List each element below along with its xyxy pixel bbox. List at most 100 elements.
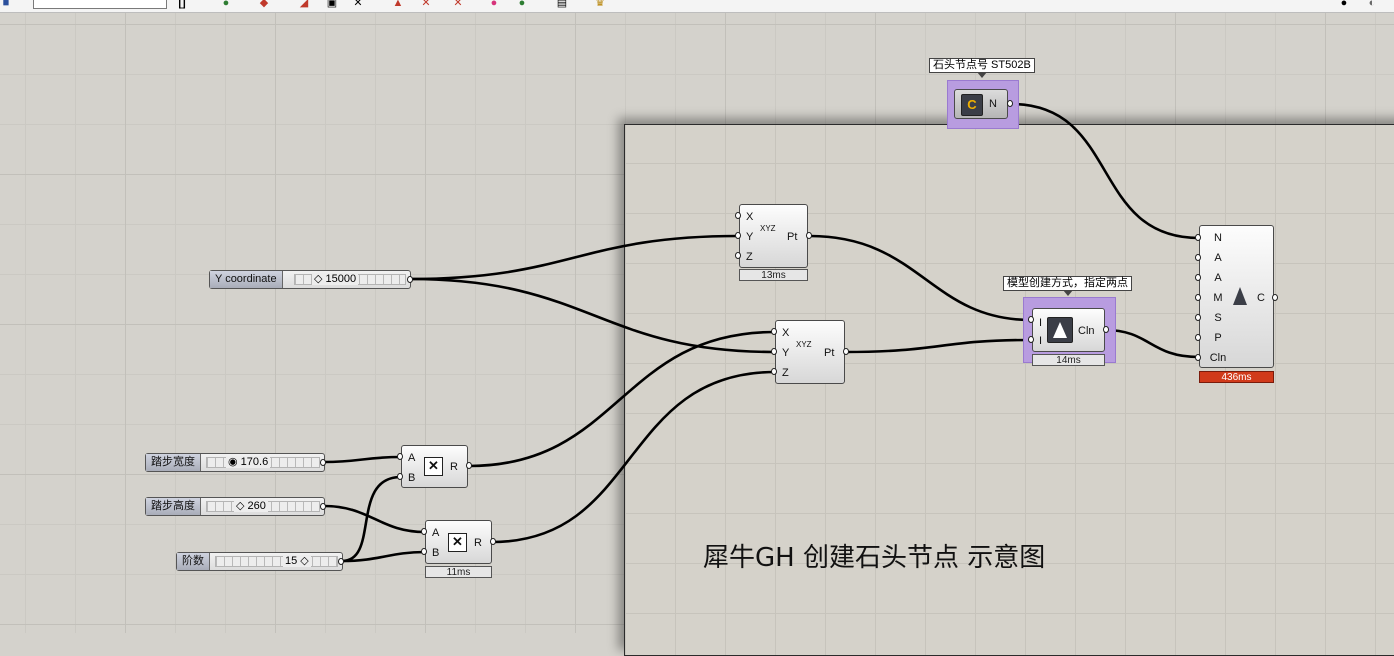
output-pt: Pt — [824, 347, 835, 359]
input-a: A — [1214, 272, 1222, 284]
code-icon: C — [961, 94, 983, 116]
output-cln: Cln — [1078, 325, 1095, 337]
input-grip[interactable] — [397, 453, 403, 460]
input-grip[interactable] — [1195, 354, 1201, 361]
output-grip[interactable] — [490, 538, 496, 545]
input-grip[interactable] — [1195, 334, 1201, 341]
input-a: A — [432, 527, 440, 539]
output-grip[interactable] — [1007, 100, 1013, 107]
x-icon[interactable]: ✕ — [352, 0, 364, 9]
bracket-icon[interactable]: [] — [176, 0, 188, 9]
input-grip[interactable] — [735, 212, 741, 219]
output-r: R — [474, 537, 482, 549]
y-coordinate-slider[interactable]: Y coordinate ◇ 15000 — [209, 270, 411, 289]
output-grip[interactable] — [466, 462, 472, 469]
preview-icon[interactable]: ▣ — [326, 0, 338, 9]
input-b: B — [408, 472, 416, 484]
input-x: X — [782, 327, 790, 339]
input-s: S — [1214, 312, 1222, 324]
input-x: X — [746, 211, 754, 223]
model-component[interactable]: I I Cln — [1032, 308, 1105, 352]
panel-tag: 石头节点号 ST502B — [929, 58, 1035, 78]
slider-track[interactable] — [215, 556, 338, 567]
step-height-slider[interactable]: 踏步高度 ◇ 260 — [145, 497, 325, 516]
input-b: B — [432, 547, 440, 559]
display-icon[interactable]: ● — [516, 0, 528, 9]
render-icon[interactable]: ● — [1338, 0, 1350, 9]
input-grip[interactable] — [421, 548, 427, 555]
input-grip[interactable] — [735, 232, 741, 239]
input-a: A — [408, 452, 416, 464]
error-timer: 436ms — [1199, 371, 1274, 383]
slider-value: ◉ 170.6 — [226, 456, 271, 468]
input-grip[interactable] — [771, 328, 777, 335]
output-grip[interactable] — [338, 558, 344, 565]
multiplication-1[interactable]: A B ✕ R — [401, 445, 468, 488]
input-grip[interactable] — [771, 368, 777, 375]
input-cln: Cln — [1209, 352, 1227, 364]
timer: 13ms — [739, 269, 808, 281]
input-z: Z — [746, 251, 753, 263]
input-grip[interactable] — [1028, 316, 1034, 323]
bake-icon[interactable]: ● — [488, 0, 500, 9]
input-a: A — [1214, 252, 1222, 264]
code-param[interactable]: C N — [954, 89, 1008, 119]
input-grip[interactable] — [421, 528, 427, 535]
multiply-icon: ✕ — [448, 533, 467, 552]
step-width-slider[interactable]: 踏步宽度 ◉ 170.6 — [145, 453, 325, 472]
input-z: Z — [782, 367, 789, 379]
input-i: I — [1039, 317, 1043, 329]
timer: 14ms — [1032, 354, 1105, 366]
output-grip[interactable] — [320, 459, 326, 466]
search-input[interactable] — [33, 0, 167, 9]
input-grip[interactable] — [1195, 254, 1201, 261]
input-grip[interactable] — [1195, 234, 1201, 241]
x-icon[interactable]: ✕ — [420, 0, 432, 9]
slider-label: 阶数 — [177, 553, 210, 570]
construct-point-1[interactable]: X Y Z XYZ Pt — [739, 204, 808, 268]
slider-value: ◇ 260 — [234, 500, 268, 512]
output-label: N — [989, 98, 997, 110]
output-grip[interactable] — [407, 276, 413, 283]
slider-label: Y coordinate — [210, 271, 283, 288]
cone-icon — [1047, 317, 1073, 343]
stone-node-component[interactable]: N A A M S P Cln C — [1199, 225, 1274, 368]
trophy-icon[interactable]: ♛ — [594, 0, 606, 9]
eye-icon[interactable]: ● — [220, 0, 232, 9]
settings-icon[interactable]: ◐ — [1366, 0, 1378, 9]
canvas-note: 犀牛GH 创建石头节点 示意图 — [703, 543, 1046, 573]
output-r: R — [450, 461, 458, 473]
input-p: P — [1214, 332, 1222, 344]
input-grip[interactable] — [1195, 274, 1201, 281]
construct-point-2[interactable]: X Y Z XYZ Pt — [775, 320, 845, 384]
output-grip[interactable] — [843, 348, 849, 355]
output-grip[interactable] — [806, 232, 812, 239]
input-grip[interactable] — [1195, 294, 1201, 301]
slider-label: 踏步宽度 — [146, 454, 201, 471]
output-pt: Pt — [787, 231, 798, 243]
sketch-icon[interactable]: ◢ — [298, 0, 310, 9]
input-m: M — [1213, 292, 1223, 304]
input-grip[interactable] — [735, 252, 741, 259]
output-grip[interactable] — [1272, 294, 1278, 301]
output-grip[interactable] — [1103, 326, 1109, 333]
multiplication-2[interactable]: A B ✕ R — [425, 520, 492, 564]
input-grip[interactable] — [771, 348, 777, 355]
point-icon: XYZ — [760, 224, 776, 233]
paint-icon[interactable]: ◆ — [258, 0, 270, 9]
list-icon[interactable]: ▤ — [556, 0, 568, 9]
cursor-icon[interactable]: ▲ — [392, 0, 404, 9]
slider-value: ◇ 15000 — [312, 273, 359, 285]
cone-icon — [1233, 287, 1247, 305]
timer: 11ms — [425, 566, 492, 578]
frame-icon[interactable]: ■ — [0, 0, 12, 9]
steps-slider[interactable]: 阶数 15 ◇ — [176, 552, 343, 571]
toolbar: ■ [] ● ◆ ◢ ▣ ✕ ▲ ✕ ✕ ● ● ▤ ♛ ● ◐ — [0, 0, 1394, 13]
input-grip[interactable] — [397, 473, 403, 480]
input-grip[interactable] — [1028, 336, 1034, 343]
input-y: Y — [782, 347, 790, 359]
output-grip[interactable] — [320, 503, 326, 510]
x-icon[interactable]: ✕ — [452, 0, 464, 9]
output-c: C — [1257, 292, 1265, 304]
input-grip[interactable] — [1195, 314, 1201, 321]
